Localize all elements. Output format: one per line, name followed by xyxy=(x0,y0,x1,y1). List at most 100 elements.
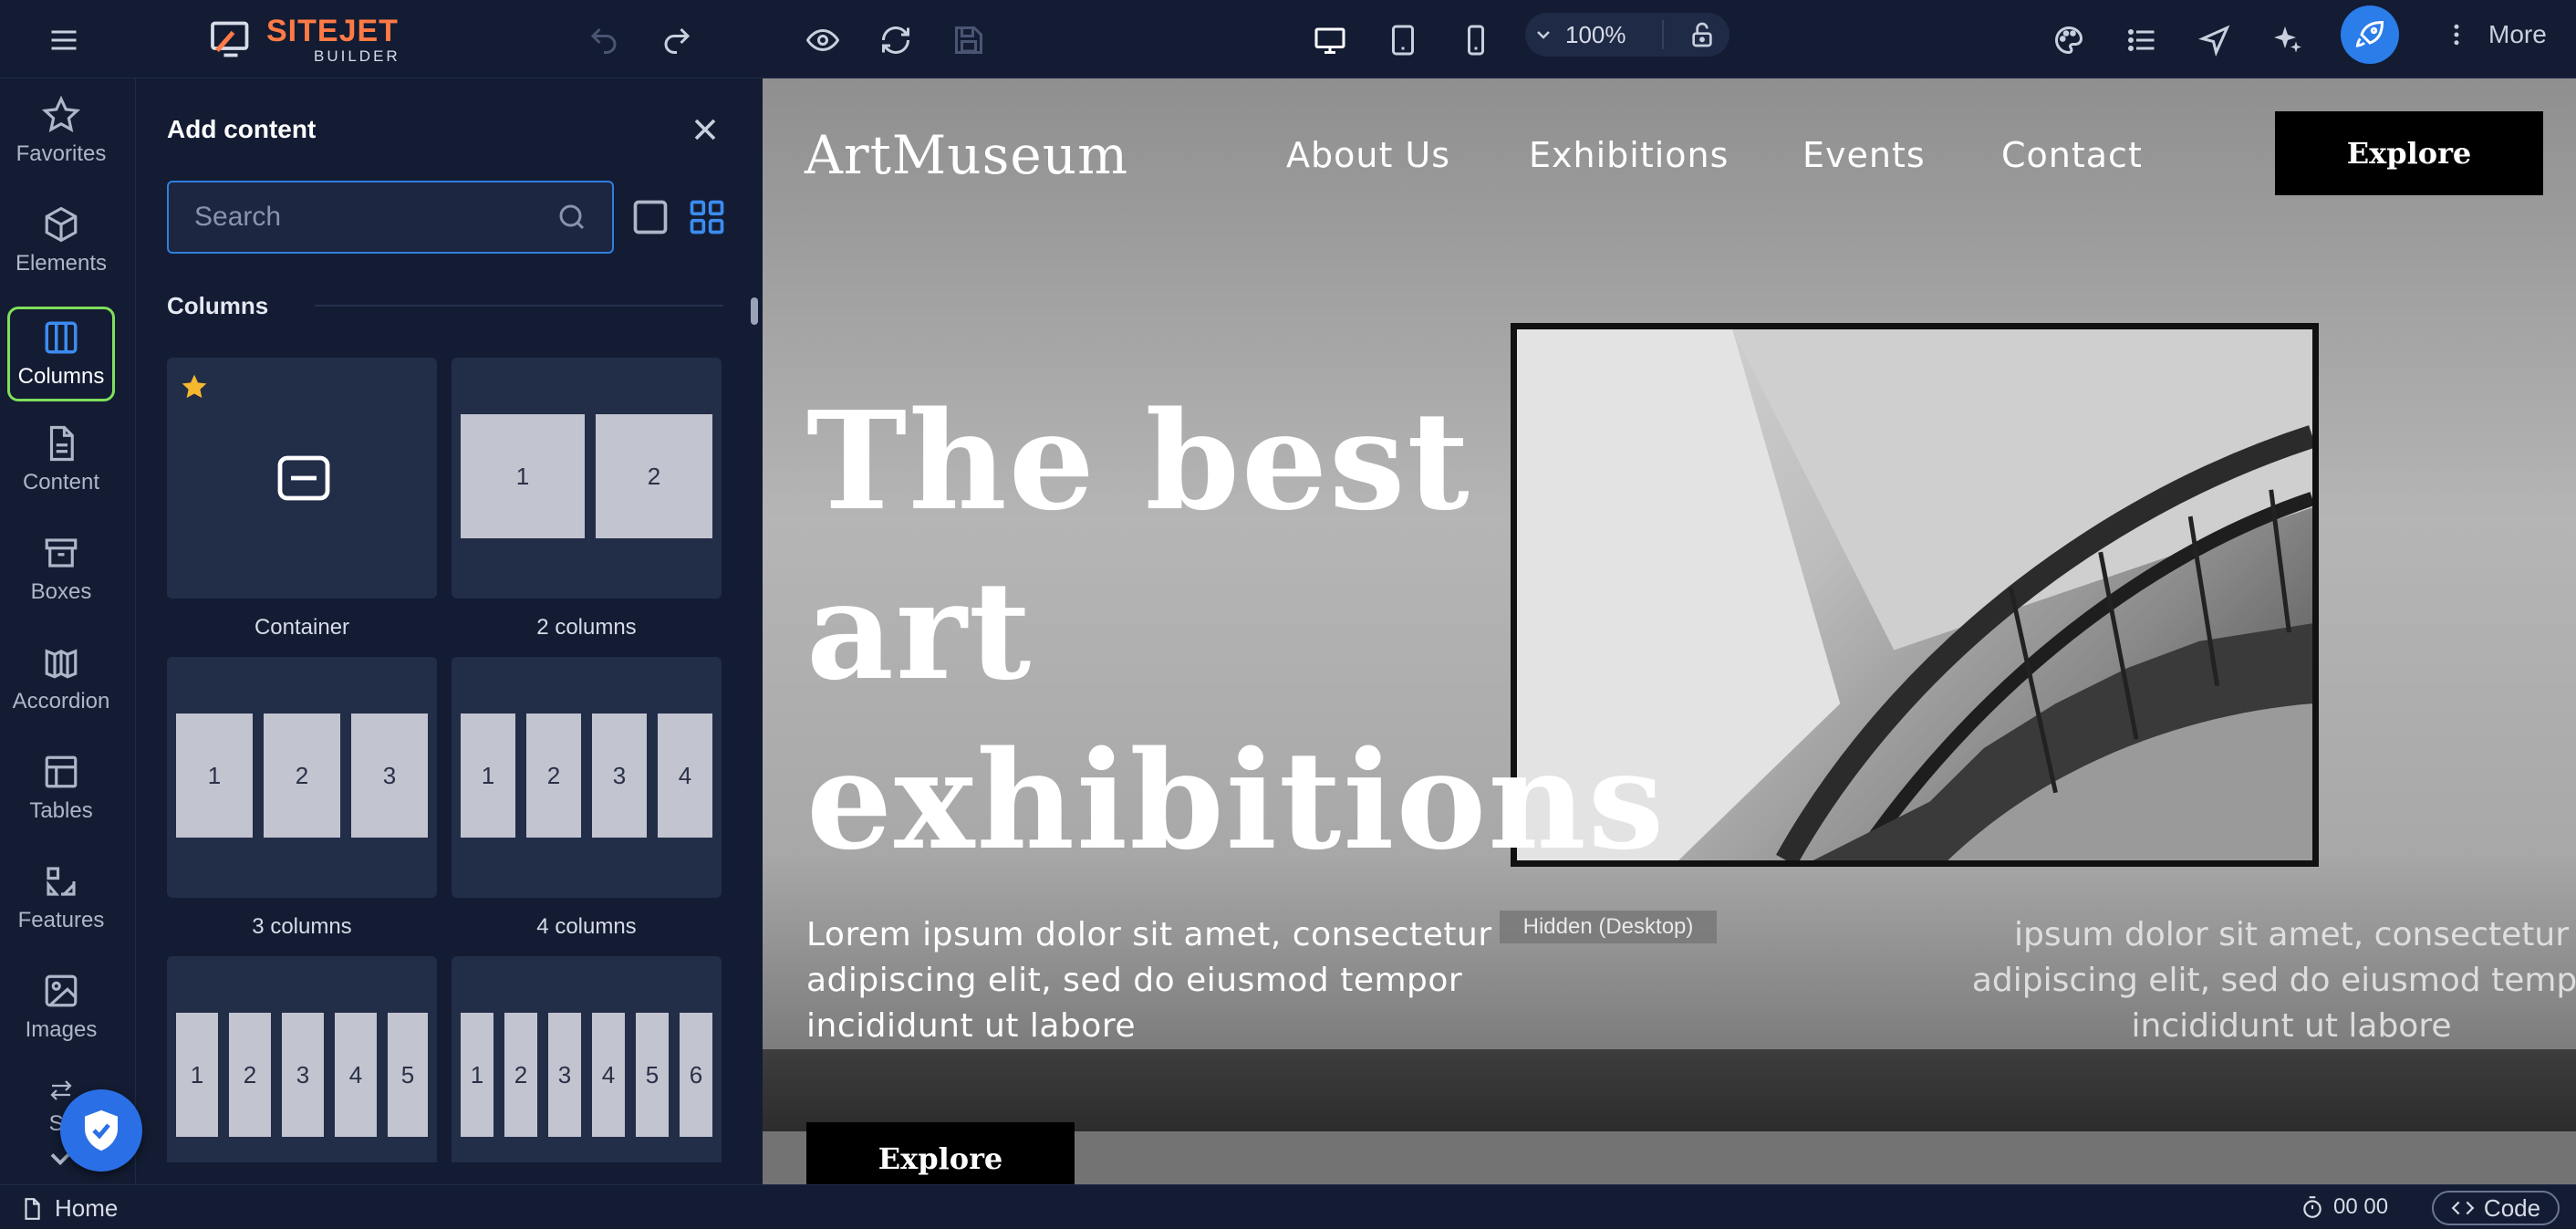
nav-link-events[interactable]: Events xyxy=(1802,135,1926,175)
status-bar: Home 00 00 Code xyxy=(0,1184,2576,1229)
chevron-down-icon[interactable] xyxy=(1525,24,1562,46)
tile-6-columns[interactable]: 1 2 3 4 5 6 xyxy=(452,956,722,1162)
image-icon xyxy=(45,974,78,1007)
desktop-view-icon[interactable] xyxy=(1303,13,1357,68)
preview-eye-icon[interactable] xyxy=(795,13,850,68)
top-toolbar: SITEJET BUILDER 100% More xyxy=(0,0,2576,78)
star-icon[interactable] xyxy=(180,372,209,401)
column-block: 3 xyxy=(592,713,647,838)
hero-title-line: exhibitions xyxy=(806,721,1667,880)
columns-icon xyxy=(45,321,78,354)
rocket-icon xyxy=(2355,20,2384,47)
logo-sub-text: BUILDER xyxy=(314,47,400,65)
sidebar-item-label: Boxes xyxy=(30,579,92,604)
tile-3-columns[interactable]: 1 2 3 xyxy=(167,657,437,898)
sidebar-item-content[interactable]: Content xyxy=(7,416,115,504)
code-button[interactable]: Code xyxy=(2432,1191,2560,1225)
refresh-icon[interactable] xyxy=(868,13,923,68)
undo-icon[interactable] xyxy=(576,13,631,68)
security-shield-button[interactable] xyxy=(60,1089,142,1172)
column-block: 1 xyxy=(461,1013,493,1137)
sidebar-item-boxes[interactable]: Boxes xyxy=(7,526,115,613)
lock-icon[interactable] xyxy=(1688,20,1717,49)
column-block: 2 xyxy=(264,713,340,838)
column-block: 4 xyxy=(658,713,712,838)
list-icon[interactable] xyxy=(2114,13,2169,68)
sidebar-item-columns[interactable]: Columns xyxy=(7,307,115,401)
tile-label: 3 columns xyxy=(252,914,352,939)
single-view-icon[interactable] xyxy=(630,197,670,237)
sidebar-item-label: Favorites xyxy=(16,141,107,166)
hamburger-menu-icon[interactable] xyxy=(36,13,91,68)
publish-rocket-button[interactable] xyxy=(2341,5,2399,64)
add-content-panel: Add content Columns Container xyxy=(135,78,763,1184)
current-page[interactable]: Home xyxy=(20,1194,118,1223)
hero-paragraph[interactable]: Lorem ipsum dolor sit amet, consectetur … xyxy=(806,912,1509,1049)
grid-view-icon[interactable] xyxy=(687,197,727,237)
sidebar-item-label: Tables xyxy=(29,798,93,823)
tile-label: Container xyxy=(254,615,350,640)
redo-icon[interactable] xyxy=(649,13,704,68)
mobile-view-icon[interactable] xyxy=(1449,13,1503,68)
sidebar-item-label: Images xyxy=(25,1017,98,1042)
hidden-desktop-badge: Hidden (Desktop) xyxy=(1500,911,1717,943)
left-sidebar: Favorites Elements Columns Content Boxes… xyxy=(0,78,135,1184)
app-root: SITEJET BUILDER 100% More Favorites Elem… xyxy=(0,0,2576,1229)
hidden-hero-paragraph[interactable]: ipsum dolor sit amet, consectetur adipis… xyxy=(1931,912,2576,1049)
column-block: 2 xyxy=(504,1013,537,1137)
column-block: 1 xyxy=(461,414,585,538)
more-menu[interactable]: More xyxy=(2443,13,2547,57)
sitejet-logo: SITEJET BUILDER xyxy=(208,7,400,71)
sidebar-item-tables[interactable]: Tables xyxy=(7,745,115,832)
close-icon[interactable] xyxy=(687,111,723,148)
website-canvas[interactable]: ArtMuseum About Us Exhibitions Events Co… xyxy=(763,78,2576,1184)
sidebar-item-label: Columns xyxy=(17,364,105,389)
page-icon xyxy=(25,1197,40,1220)
sidebar-item-images[interactable]: Images xyxy=(7,963,115,1051)
shield-check-icon xyxy=(85,1109,118,1151)
hero-title[interactable]: The best art exhibitions xyxy=(806,376,1666,885)
column-block: 4 xyxy=(592,1013,625,1137)
sidebar-item-features[interactable]: Features xyxy=(7,854,115,942)
navigation-arrow-icon[interactable] xyxy=(2187,13,2242,68)
column-block: 4 xyxy=(335,1013,377,1137)
sidebar-item-accordion[interactable]: Accordion xyxy=(7,635,115,723)
palette-icon[interactable] xyxy=(2041,13,2096,68)
tile-2-columns[interactable]: 1 2 xyxy=(452,358,722,599)
section-divider xyxy=(315,305,723,307)
tile-4-columns[interactable]: 1 2 3 4 xyxy=(452,657,722,898)
box-icon xyxy=(45,538,78,568)
site-logo[interactable]: ArtMuseum xyxy=(805,124,1128,186)
nav-link-about[interactable]: About Us xyxy=(1286,135,1450,175)
nav-link-contact[interactable]: Contact xyxy=(2001,135,2143,175)
save-icon[interactable] xyxy=(941,13,996,68)
sidebar-item-favorites[interactable]: Favorites xyxy=(7,88,115,175)
more-label: More xyxy=(2488,20,2547,48)
explore-button-bottom[interactable]: Explore xyxy=(806,1122,1075,1184)
tablet-view-icon[interactable] xyxy=(1376,13,1430,68)
section-title: Columns xyxy=(167,292,269,319)
zoom-control[interactable]: 100% xyxy=(1525,13,1729,57)
column-block: 5 xyxy=(636,1013,669,1137)
tile-label: 2 columns xyxy=(536,615,637,640)
ai-sparkle-icon[interactable] xyxy=(2260,13,2315,68)
code-label: Code xyxy=(2483,1193,2541,1222)
zoom-value: 100% xyxy=(1565,20,1626,48)
search-field[interactable] xyxy=(167,181,614,254)
sidebar-item-elements[interactable]: Elements xyxy=(7,197,115,285)
sitejet-logo-icon xyxy=(211,21,249,57)
column-block: 2 xyxy=(526,713,581,838)
column-block: 2 xyxy=(229,1013,271,1137)
search-input[interactable] xyxy=(194,197,541,237)
column-block: 3 xyxy=(282,1013,324,1137)
tile-container[interactable] xyxy=(167,358,437,599)
search-icon[interactable] xyxy=(556,201,588,234)
explore-button-top[interactable]: Explore xyxy=(2275,111,2543,195)
nav-link-exhibitions[interactable]: Exhibitions xyxy=(1529,135,1729,175)
panel-scrollbar[interactable] xyxy=(751,297,758,325)
hero-title-line: art xyxy=(806,551,1034,710)
sidebar-item-label: Features xyxy=(17,908,105,932)
tile-5-columns[interactable]: 1 2 3 4 5 xyxy=(167,956,437,1162)
code-icon xyxy=(2451,1201,2475,1215)
column-block: 1 xyxy=(461,713,515,838)
